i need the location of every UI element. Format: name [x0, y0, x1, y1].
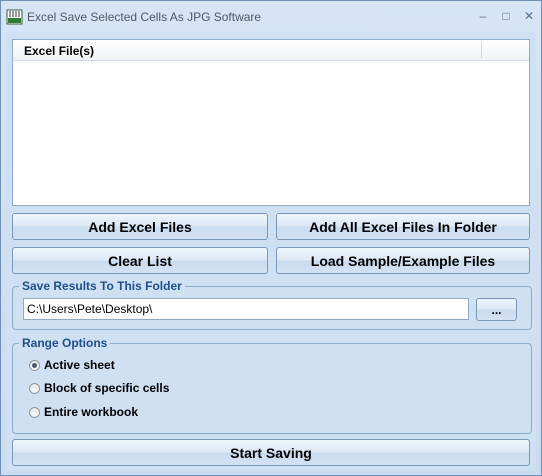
load-samples-button[interactable]: Load Sample/Example Files: [276, 247, 530, 274]
title-bar[interactable]: Excel Save Selected Cells As JPG Softwar…: [1, 1, 541, 33]
close-icon[interactable]: ✕: [519, 8, 539, 24]
app-icon: [6, 9, 23, 25]
add-excel-files-button[interactable]: Add Excel Files: [12, 213, 268, 240]
add-folder-button[interactable]: Add All Excel Files In Folder: [276, 213, 530, 240]
radio-button-selected[interactable]: [29, 359, 40, 371]
window-title: Excel Save Selected Cells As JPG Softwar…: [27, 10, 262, 24]
app-window: Excel Save Selected Cells As JPG Softwar…: [0, 0, 542, 476]
radio-label: Active sheet: [44, 358, 115, 372]
maximize-icon[interactable]: □: [496, 8, 516, 24]
start-saving-button[interactable]: Start Saving: [12, 439, 530, 466]
radio-label: Block of specific cells: [44, 381, 170, 395]
column-header-excel-files[interactable]: Excel File(s): [24, 44, 94, 58]
file-list-header: Excel File(s): [13, 40, 529, 61]
radio-label: Entire workbook: [44, 405, 139, 419]
radio-active-sheet[interactable]: Active sheet: [29, 358, 115, 372]
file-list[interactable]: Excel File(s): [12, 39, 530, 206]
save-folder-legend: Save Results To This Folder: [22, 279, 182, 293]
radio-block-of-cells[interactable]: Block of specific cells: [29, 381, 169, 395]
radio-button[interactable]: [29, 406, 40, 418]
radio-button[interactable]: [29, 382, 40, 394]
column-separator[interactable]: [481, 42, 482, 58]
client-area: Excel File(s) Add Excel Files Add All Ex…: [6, 32, 536, 471]
output-folder-input[interactable]: C:\Users\Pete\Desktop\: [23, 298, 469, 320]
browse-button[interactable]: ...: [476, 298, 517, 321]
range-options-legend: Range Options: [22, 336, 108, 350]
minimize-icon[interactable]: –: [473, 8, 493, 24]
radio-entire-workbook[interactable]: Entire workbook: [29, 405, 138, 419]
clear-list-button[interactable]: Clear List: [12, 247, 268, 274]
